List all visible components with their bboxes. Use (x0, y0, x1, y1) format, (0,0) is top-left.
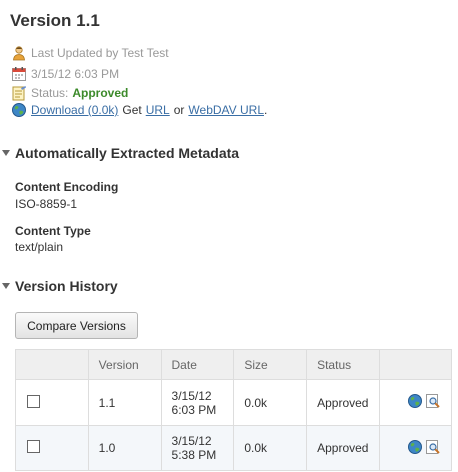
select-column-header (15, 349, 89, 380)
version-cell: 1.1 (87, 379, 162, 426)
url-link[interactable]: URL (146, 103, 170, 117)
status-label: Status: (31, 86, 69, 100)
row-select-checkbox[interactable] (27, 440, 40, 453)
row-actions (407, 439, 451, 458)
compare-versions-button[interactable]: Compare Versions (15, 312, 138, 339)
size-cell: 0.0k (233, 425, 308, 471)
magnifier-icon[interactable] (425, 393, 441, 412)
collapse-triangle-icon[interactable] (2, 283, 10, 289)
period-text: . (264, 103, 268, 117)
user-icon (11, 45, 27, 61)
size-column-header[interactable]: Size (233, 349, 308, 380)
date-column-header[interactable]: Date (160, 349, 235, 380)
page-title: Version 1.1 (10, 11, 100, 30)
content-type-label: Content Type (15, 224, 91, 238)
status-row: Status: Approved (11, 85, 128, 101)
get-text: Get (122, 103, 142, 117)
date-text: 3/15/12 6:03 PM (31, 67, 120, 81)
status-cell: Approved (306, 425, 381, 471)
magnifier-icon[interactable] (425, 439, 441, 458)
collapse-triangle-icon[interactable] (2, 150, 10, 156)
content-encoding-value: ISO-8859-1 (15, 197, 78, 211)
calendar-icon (11, 66, 27, 82)
content-encoding-label: Content Encoding (15, 180, 119, 194)
time-line: 6:03 PM (171, 402, 217, 417)
table-row: 1.0 3/15/12 5:38 PM 0.0k Approved (15, 425, 452, 471)
last-updated-text: Last Updated by Test Test (31, 46, 169, 60)
size-cell: 0.0k (233, 379, 308, 426)
download-link[interactable]: Download (0.0k) (31, 103, 118, 117)
or-text: or (173, 103, 185, 117)
table-header-row: Version Date Size Status (15, 349, 452, 380)
content-type-value: text/plain (15, 240, 64, 254)
download-row: Download (0.0k) Get URL or WebDAV URL . (11, 102, 267, 118)
table-row: 1.1 3/15/12 6:03 PM 0.0k Approved (15, 379, 452, 426)
status-column-header[interactable]: Status (306, 349, 381, 380)
row-select-checkbox[interactable] (27, 394, 40, 408)
status-note-icon (11, 85, 27, 101)
version-column-header[interactable]: Version (87, 349, 162, 380)
version-cell: 1.0 (87, 425, 162, 471)
last-updated-row: Last Updated by Test Test (11, 45, 169, 61)
version-history-section-header[interactable]: Version History (2, 278, 118, 294)
date-line: 3/15/12 (171, 388, 212, 403)
globe-icon[interactable] (407, 439, 423, 458)
metadata-section-header[interactable]: Automatically Extracted Metadata (2, 145, 239, 161)
date-row: 3/15/12 6:03 PM (11, 66, 119, 82)
globe-icon[interactable] (11, 102, 27, 118)
version-history-title: Version History (15, 278, 118, 294)
version-history-table: Version Date Size Status 1.1 3/15/12 6:0… (15, 349, 452, 471)
metadata-section-title: Automatically Extracted Metadata (15, 145, 240, 161)
webdav-url-link[interactable]: WebDAV URL (188, 103, 264, 117)
row-actions (407, 393, 451, 412)
date-cell: 3/15/12 5:38 PM (160, 425, 235, 471)
date-line: 3/15/12 (171, 434, 212, 448)
globe-icon[interactable] (407, 393, 423, 412)
status-cell: Approved (306, 379, 381, 426)
date-cell: 3/15/12 6:03 PM (160, 379, 235, 426)
time-line: 5:38 PM (171, 448, 217, 462)
status-value: Approved (72, 86, 129, 100)
actions-column-header (379, 349, 452, 380)
